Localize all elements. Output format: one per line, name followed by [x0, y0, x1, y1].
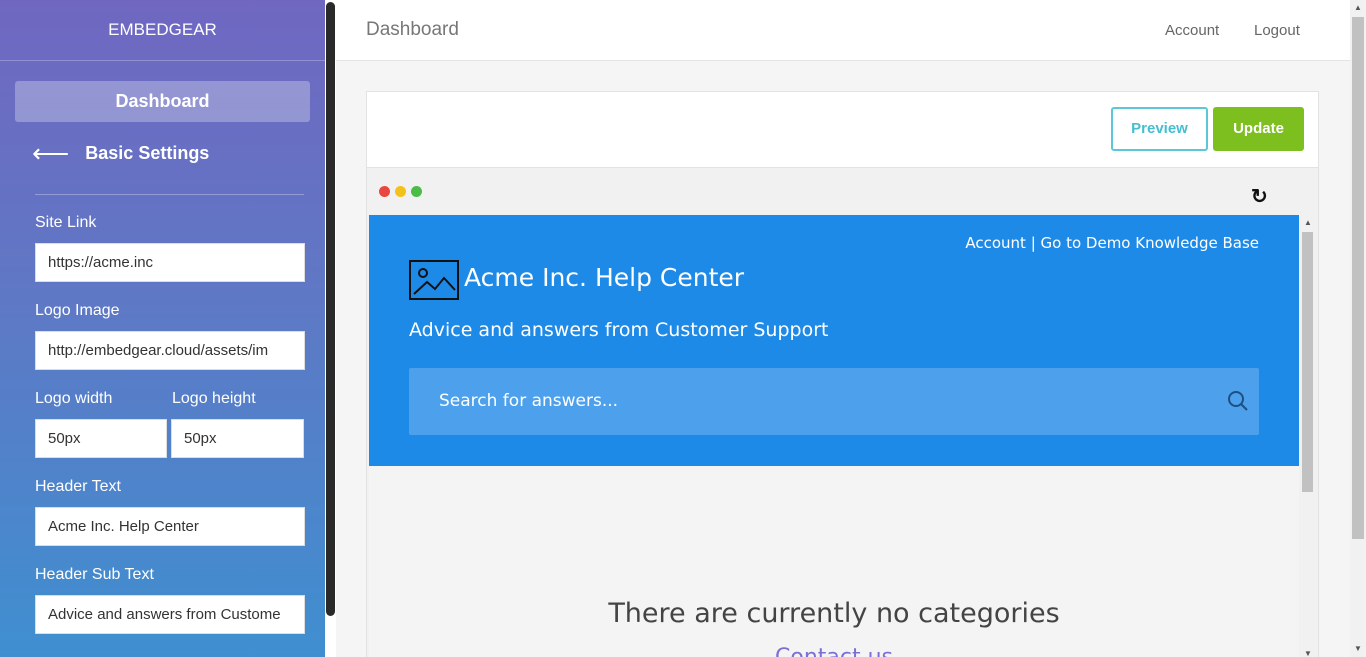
- search-placeholder: Search for answers...: [439, 391, 619, 411]
- sidebar-scrollbar-thumb[interactable]: [326, 2, 335, 616]
- header-text-label: Header Text: [35, 478, 121, 495]
- browser-mockup: ↻ Account | Go to Demo Knowledge Base Ac…: [367, 167, 1318, 657]
- topbar: Dashboard Account Logout: [336, 0, 1350, 61]
- refresh-icon[interactable]: ↻: [1251, 184, 1268, 209]
- sidebar-item-dashboard[interactable]: Dashboard: [15, 81, 310, 122]
- logo-height-input[interactable]: 50px: [171, 419, 304, 458]
- page-scroll-down-icon[interactable]: ▼: [1354, 644, 1362, 653]
- image-placeholder-icon: [409, 260, 459, 300]
- sidebar: EMBEDGEAR Dashboard ⟵ Basic Settings Sit…: [0, 0, 336, 657]
- back-to-basic-settings[interactable]: ⟵ Basic Settings: [32, 140, 209, 166]
- scroll-down-icon[interactable]: ▼: [1304, 649, 1312, 657]
- logo-image-label: Logo Image: [35, 302, 120, 319]
- close-dot-icon: [379, 186, 390, 197]
- logo-image-input[interactable]: http://embedgear.cloud/assets/im: [35, 331, 305, 370]
- minimize-dot-icon: [395, 186, 406, 197]
- search-icon[interactable]: [1227, 390, 1249, 417]
- contact-link[interactable]: Contact us: [369, 645, 1299, 657]
- header-text-input[interactable]: Acme Inc. Help Center: [35, 507, 305, 546]
- back-arrow-icon[interactable]: ⟵: [32, 140, 69, 166]
- logo-width-input[interactable]: 50px: [35, 419, 167, 458]
- divider: [35, 194, 304, 195]
- empty-state-text: There are currently no categories: [608, 598, 1060, 629]
- account-link[interactable]: Account: [1165, 22, 1219, 39]
- frame-scrollbar[interactable]: ▲ ▼: [1299, 215, 1317, 657]
- maximize-dot-icon: [411, 186, 422, 197]
- page-scrollbar-thumb[interactable]: [1352, 17, 1364, 539]
- preview-card: Preview Update ↻ Account | Go to Demo Kn…: [366, 91, 1319, 657]
- preview-frame: Account | Go to Demo Knowledge Base Acme…: [369, 215, 1317, 657]
- page-title: Dashboard: [366, 19, 459, 40]
- preview-button[interactable]: Preview: [1111, 107, 1208, 151]
- brand-logo[interactable]: EMBEDGEAR: [0, 0, 325, 61]
- page-scroll-up-icon[interactable]: ▲: [1354, 3, 1362, 12]
- site-link-label: Site Link: [35, 214, 97, 231]
- page-scrollbar[interactable]: ▲ ▼: [1350, 0, 1366, 657]
- section-title: Basic Settings: [85, 142, 210, 163]
- frame-scrollbar-thumb[interactable]: [1302, 232, 1313, 492]
- main-content: Preview Update ↻ Account | Go to Demo Kn…: [336, 61, 1350, 657]
- update-button[interactable]: Update: [1213, 107, 1304, 151]
- site-link-input[interactable]: https://acme.inc: [35, 243, 305, 282]
- window-dots: [379, 186, 422, 197]
- header-sub-text-input[interactable]: Advice and answers from Custome: [35, 595, 305, 634]
- hero-links[interactable]: Account | Go to Demo Knowledge Base: [965, 234, 1259, 252]
- hero-title: Acme Inc. Help Center: [464, 263, 745, 292]
- hero-subtitle: Advice and answers from Customer Support: [409, 319, 829, 341]
- logo-width-label: Logo width: [35, 390, 113, 407]
- hero-search-input[interactable]: Search for answers...: [409, 368, 1259, 435]
- help-center-hero: Account | Go to Demo Knowledge Base Acme…: [369, 215, 1299, 466]
- header-sub-text-label: Header Sub Text: [35, 566, 154, 583]
- logo-height-label: Logo height: [172, 390, 256, 407]
- scroll-up-icon[interactable]: ▲: [1304, 218, 1312, 227]
- sidebar-scrollbar[interactable]: [325, 0, 336, 657]
- logout-link[interactable]: Logout: [1254, 22, 1300, 39]
